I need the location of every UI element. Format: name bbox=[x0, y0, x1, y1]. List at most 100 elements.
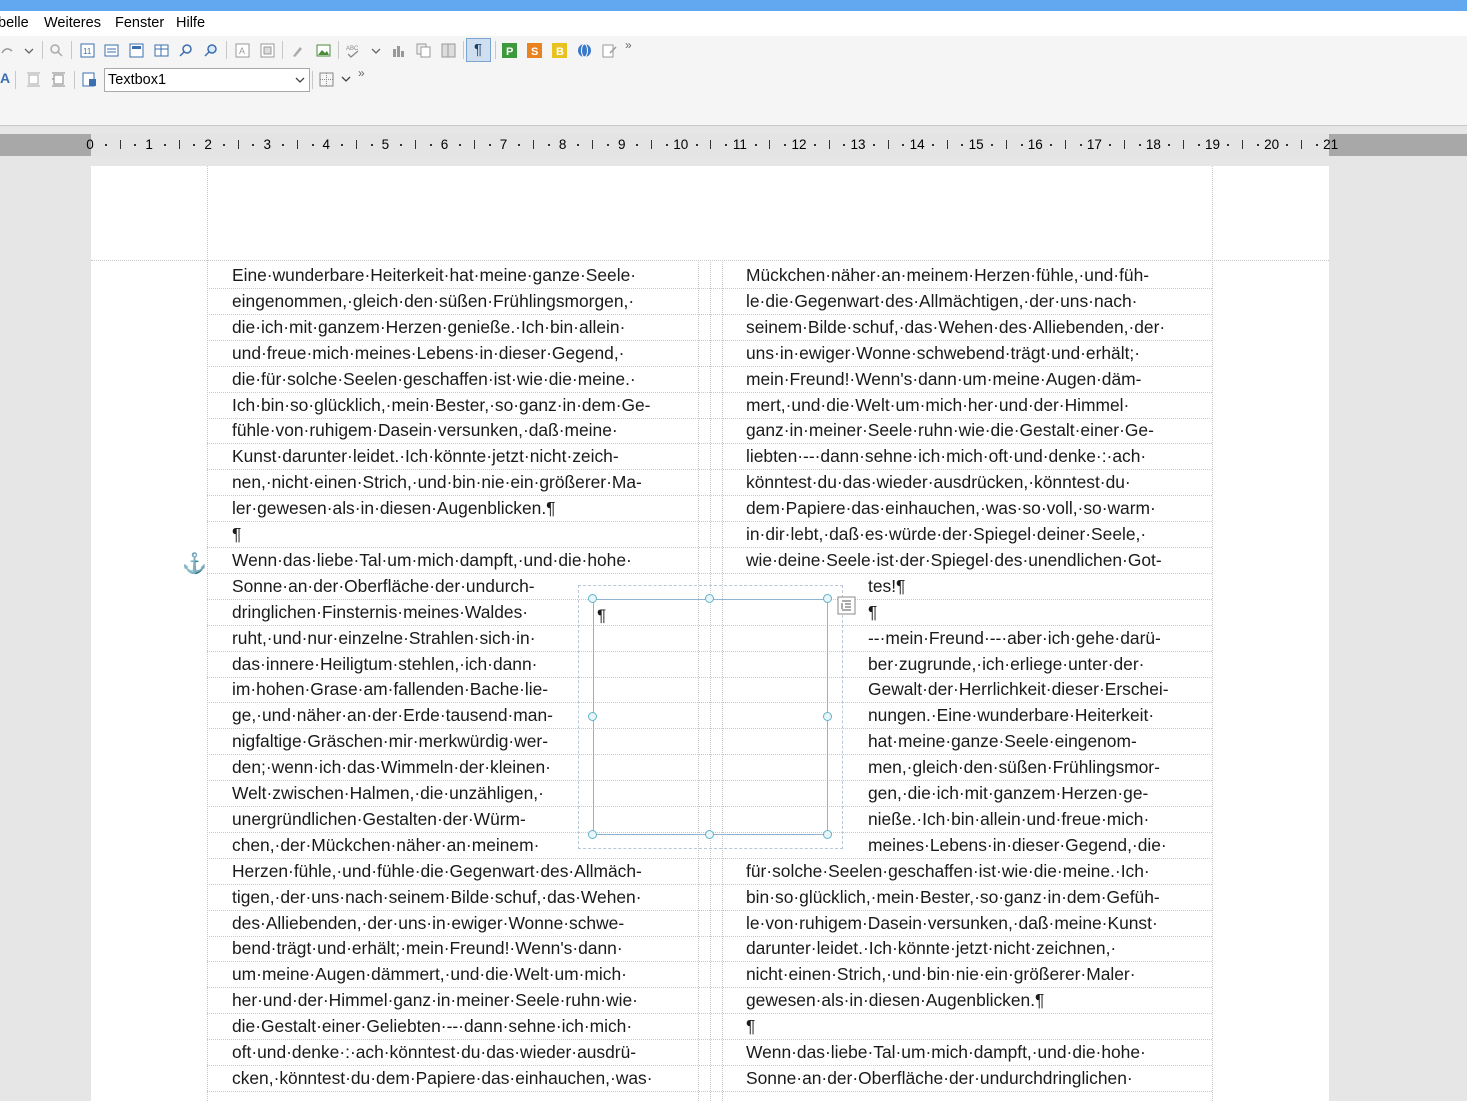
ruler-tick bbox=[474, 140, 476, 149]
text-line: bend·trägt·und·erhält;·mein·Freund!·Wenn… bbox=[232, 938, 623, 959]
toolbar-overflow-icon[interactable]: » bbox=[358, 66, 365, 80]
resize-handle-se[interactable] bbox=[823, 830, 832, 839]
ruler-number: 19 bbox=[1205, 137, 1221, 152]
textbox-chain-icon[interactable] bbox=[837, 596, 856, 615]
ruler-dot bbox=[1256, 144, 1259, 146]
text-line: Gewalt·der·Herrlichkeit·dieser·Erschei- bbox=[868, 679, 1169, 700]
globe-icon[interactable] bbox=[577, 43, 592, 58]
text-box-icon[interactable]: A bbox=[235, 43, 250, 58]
toolbar-overflow-icon[interactable]: » bbox=[625, 38, 632, 52]
anchor-icon[interactable]: ⚓ bbox=[182, 551, 207, 576]
field-icon[interactable] bbox=[104, 43, 119, 58]
ruler-dot bbox=[400, 144, 403, 146]
ruler-tick bbox=[769, 140, 771, 149]
ruler-tick bbox=[414, 140, 416, 149]
text-line: nieße.·Ich·bin·allein·und·freue·mich· bbox=[868, 808, 1150, 829]
ruler-number: 4 bbox=[322, 137, 331, 152]
resize-handle-ne[interactable] bbox=[823, 594, 832, 603]
chart-icon[interactable] bbox=[391, 43, 406, 58]
text-line: eingenommen,·gleich·den·süßen·Frühlingsm… bbox=[232, 290, 635, 311]
menu-fenster[interactable]: Fenster bbox=[115, 15, 164, 31]
menu-tabelle[interactable]: belle bbox=[0, 15, 29, 31]
format-paintbrush-icon[interactable] bbox=[290, 43, 305, 58]
copy-icon[interactable] bbox=[416, 43, 431, 58]
style-name-value: Textbox1 bbox=[108, 72, 167, 88]
text-line: die·Gestalt·einer·Geliebten·--·dann·sehn… bbox=[232, 1016, 633, 1037]
ruler-dot bbox=[104, 144, 107, 146]
text-line: hat·meine·ganze·Seele·eingenom- bbox=[868, 731, 1137, 752]
text-line: um·meine·Augen·dämmert,·und·die·Welt·um·… bbox=[232, 964, 627, 985]
textbox-pilcrow: ¶ bbox=[597, 606, 607, 625]
ruler-number: 11 bbox=[732, 137, 747, 152]
ruler-dot bbox=[1168, 144, 1171, 146]
resize-handle-s[interactable] bbox=[705, 830, 714, 839]
separator bbox=[338, 41, 339, 59]
frame-properties-icon[interactable] bbox=[82, 72, 97, 87]
text-line: für·solche·Seelen·geschaffen·ist·wie·die… bbox=[746, 860, 1150, 881]
separator bbox=[463, 41, 464, 59]
resize-handle-n[interactable] bbox=[705, 594, 714, 603]
page-number-icon[interactable]: 11 bbox=[80, 43, 95, 58]
ruler-dot bbox=[902, 144, 905, 146]
s-icon[interactable]: S bbox=[527, 43, 542, 58]
text-line: und·freue·mich·meines·Lebens·in·dieser·G… bbox=[232, 342, 625, 363]
horizontal-ruler[interactable]: 0 1 2 3 4 5 6 7 8 9 10 11 12 13 14 15 16 17 18 19 20 21 bbox=[0, 134, 1467, 156]
wrap-page-icon[interactable] bbox=[51, 72, 66, 87]
chevron-down-icon[interactable] bbox=[295, 77, 305, 84]
text-line: ¶ bbox=[746, 1016, 756, 1037]
separator bbox=[495, 41, 496, 59]
text-line: ganz·in·meiner·Seele·ruhn·wie·die·Gestal… bbox=[746, 420, 1154, 441]
resize-handle-e[interactable] bbox=[823, 712, 832, 721]
menu-weiteres[interactable]: Weiteres bbox=[44, 15, 101, 31]
ruler-tick bbox=[592, 140, 594, 149]
spellcheck-icon[interactable]: ABC bbox=[346, 43, 382, 58]
resize-handle-w[interactable] bbox=[588, 712, 597, 721]
wrap-off-icon[interactable] bbox=[26, 72, 41, 87]
ruler-dot bbox=[931, 144, 934, 146]
ruler-tick bbox=[237, 140, 239, 149]
textbox-frame[interactable]: ¶ bbox=[593, 599, 828, 835]
chevron-down-icon[interactable] bbox=[341, 76, 351, 83]
b-icon[interactable]: B bbox=[552, 43, 567, 58]
ruler-dot bbox=[134, 144, 137, 146]
text-line: dem·Papiere·das·einhauchen,·was·so·voll,… bbox=[746, 498, 1156, 519]
zoom-icon[interactable] bbox=[204, 43, 219, 58]
borders-icon[interactable] bbox=[319, 72, 334, 87]
image-icon[interactable] bbox=[316, 43, 331, 58]
find-icon[interactable] bbox=[49, 43, 64, 58]
p-icon[interactable]: P bbox=[502, 43, 517, 58]
svg-text:B: B bbox=[556, 46, 564, 58]
window-title-bar bbox=[0, 0, 1467, 11]
search-icon[interactable] bbox=[179, 43, 194, 58]
header-icon[interactable] bbox=[129, 43, 144, 58]
ruler-dot bbox=[252, 144, 255, 146]
ruler-dot bbox=[547, 144, 550, 146]
column-icon[interactable] bbox=[441, 43, 456, 58]
table-icon[interactable] bbox=[154, 43, 169, 58]
frame-icon[interactable] bbox=[260, 43, 275, 58]
text-line: den;·wenn·ich·das·Wimmeln·der·kleinen· bbox=[232, 757, 551, 778]
ruler-dot bbox=[1020, 144, 1023, 146]
standard-toolbar: 11 A ABC ¶ P S B » bbox=[0, 36, 1467, 65]
formatting-marks-button[interactable]: ¶ bbox=[466, 38, 491, 62]
text-line: Wenn·das·liebe·Tal·um·mich·dampft,·und·d… bbox=[232, 549, 632, 570]
text-line: dringlichen·Finsternis·meines·Waldes· bbox=[232, 601, 529, 622]
ruler-tick bbox=[119, 140, 121, 149]
resize-handle-nw[interactable] bbox=[588, 594, 597, 603]
menu-hilfe[interactable]: Hilfe bbox=[176, 15, 205, 31]
text-line: Kunst·darunter·leidet.·Ich·könnte·jetzt·… bbox=[232, 446, 619, 467]
style-name-box[interactable]: Textbox1 bbox=[104, 68, 310, 92]
formatting-toolbar: A Textbox1 » bbox=[0, 65, 1467, 95]
ruler-dot bbox=[222, 144, 225, 146]
text-line: bin·so·glücklich,·mein·Bester,·so·ganz·i… bbox=[746, 886, 1160, 907]
text-line: die·für·solche·Seelen·geschaffen·ist·wie… bbox=[232, 368, 636, 389]
text-line: tigen,·der·uns·nach·seinem·Bilde·schuf,·… bbox=[232, 886, 642, 907]
track-changes-icon[interactable] bbox=[602, 43, 617, 58]
text-line: gewesen·als·in·diesen·Augenblicken.¶ bbox=[746, 990, 1045, 1011]
text-line: liebten·--·dann·sehne·ich·mich·oft·und·d… bbox=[746, 446, 1147, 467]
redo-icon[interactable] bbox=[0, 43, 40, 59]
separator bbox=[15, 71, 16, 89]
ruler-dot bbox=[1197, 144, 1200, 146]
font-style-icon[interactable]: A bbox=[0, 70, 10, 86]
resize-handle-sw[interactable] bbox=[588, 830, 597, 839]
